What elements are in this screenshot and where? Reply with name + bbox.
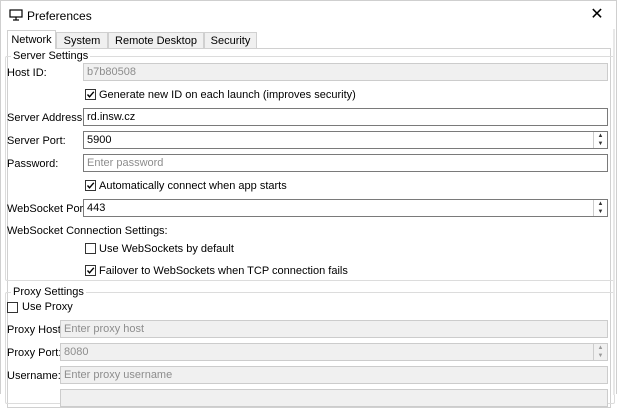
server-port-spinbox[interactable]: 5900 ▲ ▼ <box>83 131 608 149</box>
tab-system[interactable]: System <box>56 32 108 48</box>
window-title: Preferences <box>27 9 92 23</box>
use-proxy-checkbox[interactable] <box>7 302 18 313</box>
host-id-label: Host ID: <box>7 67 47 79</box>
close-button[interactable]: ✕ <box>586 5 608 25</box>
close-icon: ✕ <box>590 6 604 23</box>
preferences-window: Preferences ✕ Network System Remote Desk… <box>0 0 617 408</box>
password-field-partial <box>60 389 608 407</box>
generate-new-id-label[interactable]: Generate new ID on each launch (improves… <box>99 89 356 101</box>
proxy-settings-title: Proxy Settings <box>11 286 86 298</box>
password-placeholder: Enter password <box>87 157 164 169</box>
tab-security[interactable]: Security <box>204 32 257 48</box>
username-label: Username: <box>7 370 61 382</box>
proxy-port-label: Proxy Port: <box>7 347 62 359</box>
auto-connect-label[interactable]: Automatically connect when app starts <box>99 180 287 192</box>
vertical-scrollbar[interactable] <box>613 29 615 395</box>
server-address-label: Server Address: <box>7 112 86 124</box>
host-id-field: b7b80508 <box>83 63 608 81</box>
websocket-port-spinner[interactable]: ▲ ▼ <box>593 200 607 216</box>
spin-down-icon: ▼ <box>597 353 604 359</box>
password-input[interactable]: Enter password <box>83 154 608 172</box>
title-bar: Preferences ✕ <box>1 1 616 29</box>
proxy-port-spinbox: 8080 ▲ ▼ <box>60 343 608 361</box>
failover-label[interactable]: Failover to WebSockets when TCP connecti… <box>99 265 348 277</box>
spin-up-icon[interactable]: ▲ <box>594 132 607 140</box>
failover-checkbox[interactable] <box>85 265 96 276</box>
proxy-host-label: Proxy Host: <box>7 324 64 336</box>
proxy-port-value: 8080 <box>64 346 89 358</box>
checkmark-icon <box>86 91 95 98</box>
websocket-port-value: 443 <box>87 202 106 214</box>
websocket-port-spinbox[interactable]: 443 ▲ ▼ <box>83 199 608 217</box>
server-port-spinner[interactable]: ▲ ▼ <box>593 132 607 148</box>
monitor-icon <box>9 9 23 21</box>
use-websockets-label[interactable]: Use WebSockets by default <box>99 243 234 255</box>
proxy-port-spinner: ▲ ▼ <box>593 344 607 360</box>
tab-remote-desktop[interactable]: Remote Desktop <box>108 32 204 48</box>
server-port-label: Server Port: <box>7 135 66 147</box>
proxy-host-placeholder: Enter proxy host <box>64 323 145 335</box>
checkmark-icon <box>86 267 95 274</box>
use-websockets-checkbox[interactable] <box>85 243 96 254</box>
tab-network[interactable]: Network <box>7 30 56 49</box>
auto-connect-checkbox[interactable] <box>85 180 96 191</box>
generate-new-id-checkbox[interactable] <box>85 89 96 100</box>
server-port-value: 5900 <box>87 134 112 146</box>
password-label: Password: <box>7 158 59 170</box>
spin-up-icon[interactable]: ▲ <box>594 200 607 208</box>
spin-up-icon: ▲ <box>597 345 604 351</box>
proxy-host-input: Enter proxy host <box>60 320 608 338</box>
websocket-connection-settings-label: WebSocket Connection Settings: <box>7 225 168 237</box>
server-settings-title: Server Settings <box>11 50 91 62</box>
checkmark-icon <box>86 182 95 189</box>
websocket-port-label: WebSocket Port: <box>7 203 90 215</box>
spin-down-icon[interactable]: ▼ <box>594 208 607 216</box>
use-proxy-label[interactable]: Use Proxy <box>22 301 73 313</box>
spin-down-icon[interactable]: ▼ <box>594 140 607 148</box>
server-address-input[interactable]: rd.insw.cz <box>83 108 608 126</box>
username-input: Enter proxy username <box>60 366 608 384</box>
username-placeholder: Enter proxy username <box>64 369 173 381</box>
